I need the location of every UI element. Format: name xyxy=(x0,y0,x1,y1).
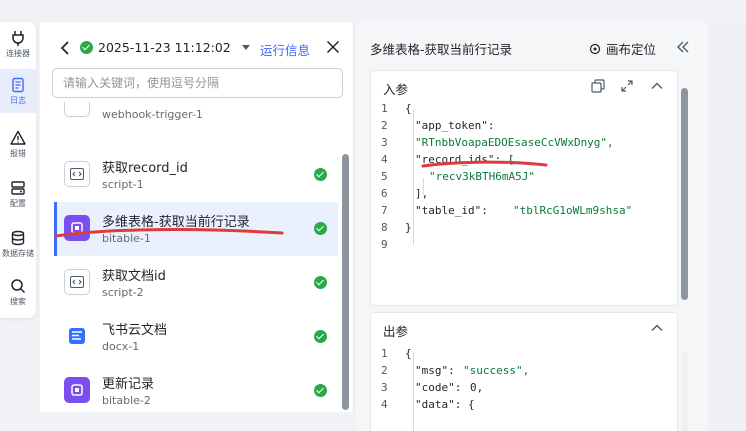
rail-item-error[interactable]: 报错 xyxy=(0,122,36,166)
node-row-bitable-1[interactable]: 多维表格-获取当前行记录 bitable-1 xyxy=(54,202,338,256)
code-line: 4 "data": { xyxy=(381,398,475,411)
plug-icon xyxy=(12,30,24,46)
node-title: 获取文档id xyxy=(102,269,166,284)
node-list: webhook-trigger-1 获取record_id script-1 多… xyxy=(40,102,342,412)
locate-on-canvas-button[interactable]: 画布定位 xyxy=(589,39,656,58)
detail-title: 多维表格-获取当前行记录 xyxy=(370,42,513,57)
locate-label: 画布定位 xyxy=(606,42,657,57)
node-subtitle: script-1 xyxy=(102,178,144,191)
output-header: 出参 xyxy=(371,313,677,343)
warning-icon xyxy=(10,130,26,145)
success-check-icon xyxy=(314,168,327,181)
detail-scrollbar[interactable] xyxy=(681,88,688,300)
code-line: 3 "RTnbbVoapaEDOEsaseCcVWxDnyg", xyxy=(381,136,614,149)
run-info-link[interactable]: 运行信息 xyxy=(260,40,310,59)
success-check-icon xyxy=(314,276,327,289)
copy-icon[interactable] xyxy=(591,79,605,93)
config-icon xyxy=(11,180,25,195)
rail-label: 搜索 xyxy=(10,296,26,306)
rail-label: 连接器 xyxy=(6,48,30,58)
code-line: 3 "code": 0, xyxy=(381,381,484,394)
rail-item-connector[interactable]: 连接器 xyxy=(0,22,36,66)
bitable-icon xyxy=(64,215,90,241)
code-icon xyxy=(64,269,90,295)
success-check-icon xyxy=(314,384,327,397)
success-status-icon xyxy=(80,41,93,54)
chevron-up-icon[interactable] xyxy=(650,79,664,93)
target-icon xyxy=(589,43,601,54)
output-scrollbar-track[interactable] xyxy=(681,352,688,431)
side-rail: 连接器 日志 报错 配置 数据存储 搜索 xyxy=(0,22,36,318)
rail-label: 数据存储 xyxy=(2,248,34,258)
double-chevron-left-icon[interactable] xyxy=(676,40,690,54)
code-line: 7 "table_id": "tblRcG1oWLm9shsa" xyxy=(381,204,633,217)
input-title: 入参 xyxy=(383,82,409,97)
docx-icon xyxy=(64,323,90,349)
code-line: 8} xyxy=(381,221,412,234)
node-subtitle: webhook-trigger-1 xyxy=(102,108,203,121)
code-line: 6], xyxy=(381,187,429,200)
webhook-icon xyxy=(64,102,90,117)
code-icon xyxy=(64,161,90,187)
node-row-docx-1[interactable]: 飞书云文档 docx-1 xyxy=(54,310,338,364)
rail-label: 报错 xyxy=(10,148,26,158)
database-icon xyxy=(11,230,25,245)
success-check-icon xyxy=(314,330,327,343)
code-line: 2 "app_token": xyxy=(381,119,495,132)
caret-down-icon[interactable] xyxy=(242,45,250,50)
node-subtitle: bitable-1 xyxy=(102,232,151,245)
code-line: 5 "recv3kBTH6mA5J" xyxy=(381,170,535,183)
rail-item-log[interactable]: 日志 xyxy=(0,69,36,113)
rail-label: 配置 xyxy=(10,198,26,208)
chevron-up-icon[interactable] xyxy=(650,321,664,335)
close-icon[interactable] xyxy=(326,40,340,54)
input-header: 入参 xyxy=(371,71,677,101)
rail-item-config[interactable]: 配置 xyxy=(0,172,36,216)
search-icon xyxy=(11,278,26,293)
node-subtitle: bitable-2 xyxy=(102,394,151,407)
list-scrollbar[interactable] xyxy=(342,154,349,410)
code-line: 9 xyxy=(381,238,388,251)
run-time-select[interactable]: 2025-11-23 11:12:02 xyxy=(98,40,231,55)
run-node-list-panel: 2025-11-23 11:12:02 运行信息 webhook-trigger… xyxy=(40,22,354,412)
node-title: 获取record_id xyxy=(102,161,188,176)
run-header: 2025-11-23 11:12:02 运行信息 xyxy=(40,36,354,60)
expand-icon[interactable] xyxy=(620,79,634,93)
node-title: 更新记录 xyxy=(102,377,155,392)
node-subtitle: script-2 xyxy=(102,286,144,299)
node-subtitle: docx-1 xyxy=(102,340,140,353)
output-params-box: 出参 1{ 2 "msg": "success", 3 "code": 0, 4 "dat… xyxy=(370,312,678,431)
success-check-icon xyxy=(314,222,327,235)
node-search-input[interactable] xyxy=(52,68,343,98)
node-row-script-1[interactable]: 获取record_id script-1 xyxy=(54,148,338,202)
input-params-box: 入参 1{ 2 "app_token": 3 "RTnbbVoapaEDOEsase… xyxy=(370,70,678,306)
output-title: 出参 xyxy=(383,324,409,339)
code-line: 2 "msg": "success", xyxy=(381,364,530,377)
node-row-script-2[interactable]: 获取文档id script-2 xyxy=(54,256,338,310)
rail-item-storage[interactable]: 数据存储 xyxy=(0,222,36,266)
node-detail-panel: 多维表格-获取当前行记录 画布定位 入参 1{ 2 "app_token": 3 "… xyxy=(356,22,708,431)
node-row-bitable-2[interactable]: 更新记录 bitable-2 xyxy=(54,364,338,412)
log-icon xyxy=(12,77,24,92)
code-line: 1{ xyxy=(381,102,412,115)
node-row-webhook-trigger[interactable]: webhook-trigger-1 xyxy=(54,102,338,132)
bitable-icon xyxy=(64,377,90,403)
rail-label: 日志 xyxy=(10,95,26,105)
node-title: 多维表格-获取当前行记录 xyxy=(102,215,250,230)
chevron-left-icon[interactable] xyxy=(58,40,72,56)
code-line: 4 "record_ids": [ xyxy=(381,153,515,166)
rail-item-search[interactable]: 搜索 xyxy=(0,270,36,314)
code-line: 1{ xyxy=(381,347,412,360)
canvas-edge xyxy=(709,22,746,431)
node-title: 飞书云文档 xyxy=(102,323,168,338)
